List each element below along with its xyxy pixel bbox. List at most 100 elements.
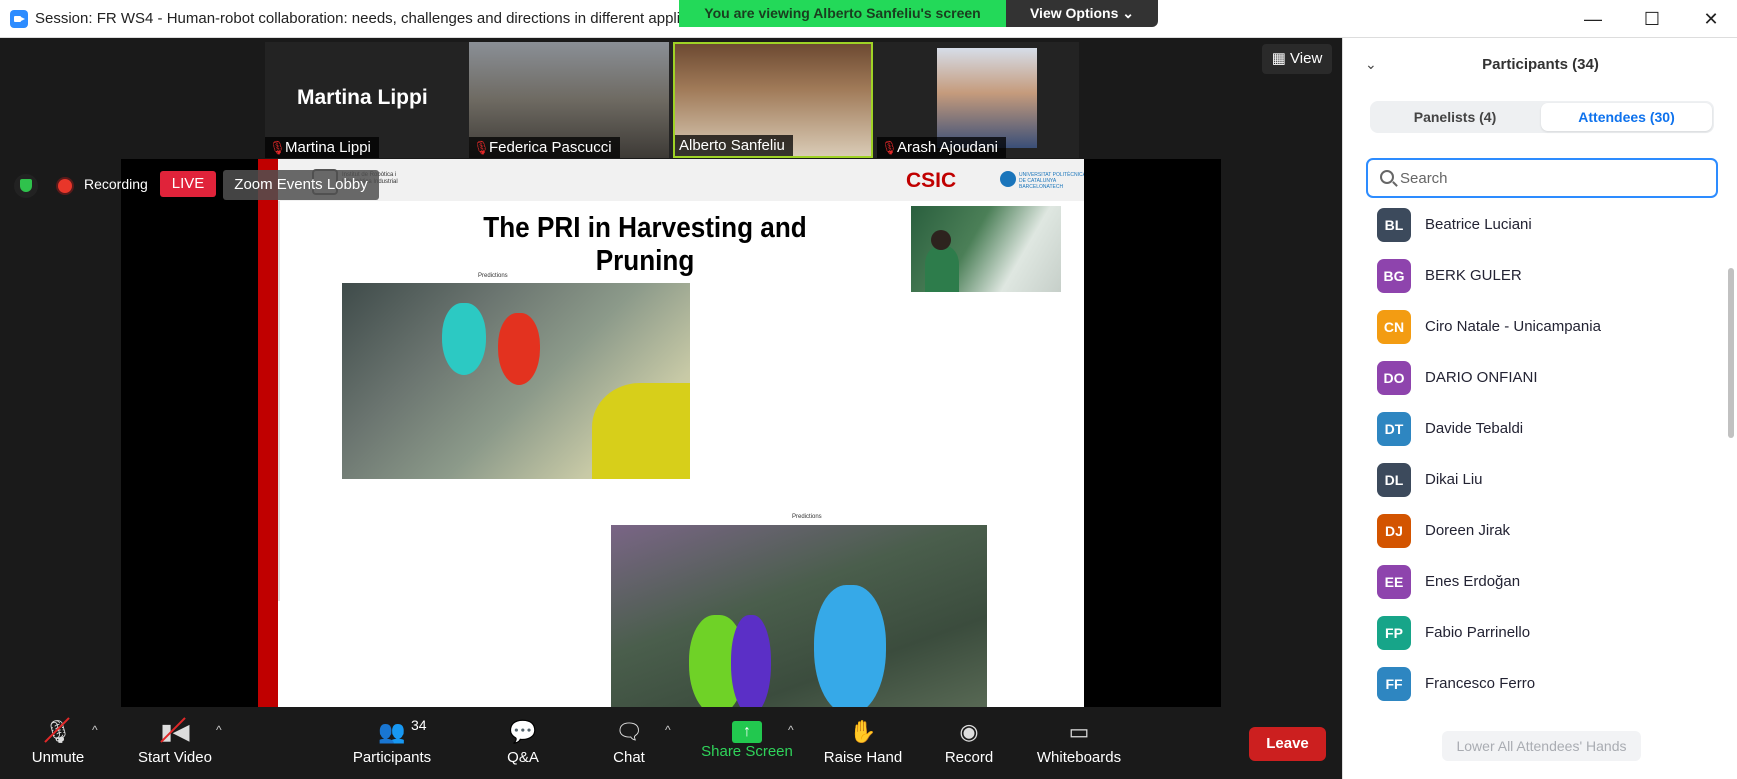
participant-video <box>937 48 1037 148</box>
minimize-button[interactable]: — <box>1573 4 1613 34</box>
grape-mask-cyan <box>442 303 486 375</box>
video-off-icon: ▮◀ <box>120 715 230 749</box>
search-box[interactable] <box>1366 158 1718 198</box>
video-thumbnail[interactable]: 🎙Federica Pascucci <box>469 42 669 158</box>
prediction-label: Predictions <box>792 514 822 520</box>
whiteboard-icon: ▭ <box>1068 719 1090 744</box>
avatar: BL <box>1377 208 1411 242</box>
list-item[interactable]: FP Fabio Parrinello <box>1377 610 1707 656</box>
viewing-screen-banner: You are viewing Alberto Sanfeliu's scree… <box>679 0 1006 27</box>
search-input[interactable] <box>1400 166 1700 190</box>
audio-options-chevron-icon[interactable]: ^ <box>92 723 98 737</box>
qa-label: Q&A <box>507 749 539 766</box>
whiteboards-button[interactable]: ▭ Whiteboards <box>1024 711 1134 775</box>
presentation-slide: Institut de Robòtica i Informàtica Indus… <box>258 159 1084 713</box>
attendee-name: BERK GULER <box>1425 267 1522 284</box>
view-label: View <box>1290 50 1323 67</box>
zoom-app-icon <box>10 10 28 28</box>
chat-label: Chat <box>613 749 645 766</box>
prediction-label: Predictions <box>478 273 508 279</box>
window-title: Session: FR WS4 - Human-robot collaborat… <box>35 10 681 27</box>
participants-button[interactable]: 👥 34 Participants <box>337 711 447 775</box>
list-item[interactable]: DL Dikai Liu <box>1377 457 1707 503</box>
chat-options-chevron-icon[interactable]: ^ <box>665 723 671 737</box>
thumbnail-name-label: 🎙Federica Pascucci <box>469 137 620 158</box>
thumbnail-big-name: Martina Lippi <box>297 86 428 109</box>
close-window-button[interactable]: ✕ <box>1691 4 1731 34</box>
shield-icon[interactable] <box>14 174 38 198</box>
avatar: CN <box>1377 310 1411 344</box>
participants-icon: 👥 <box>378 719 406 744</box>
lower-all-hands-button[interactable]: Lower All Attendees' Hands <box>1442 731 1641 761</box>
avatar: DT <box>1377 412 1411 446</box>
list-item[interactable]: BL Beatrice Luciani <box>1377 202 1707 248</box>
tab-attendees[interactable]: Attendees (30) <box>1541 103 1712 131</box>
meeting-area: Martina Lippi 🎙Martina Lippi 🎙Federica P… <box>0 38 1342 779</box>
thumbnail-name-label: Alberto Sanfeliu <box>675 135 793 156</box>
person-arm <box>592 383 690 479</box>
video-thumbnail-active-speaker[interactable]: Alberto Sanfeliu <box>673 42 873 158</box>
person-head <box>931 230 951 250</box>
avatar: DO <box>1377 361 1411 395</box>
share-screen-button[interactable]: ↑ Share Screen <box>692 711 802 775</box>
video-thumbnail-strip: Martina Lippi 🎙Martina Lippi 🎙Federica P… <box>265 42 1079 158</box>
chevron-down-icon[interactable]: ⌄ <box>1365 56 1377 73</box>
grape-prediction-photo <box>611 525 987 713</box>
start-video-button[interactable]: ▮◀ Start Video <box>120 711 230 775</box>
chat-button[interactable]: 🗨 Chat <box>574 711 684 775</box>
screen-share-area: Institut de Robòtica i Informàtica Indus… <box>121 159 1221 713</box>
thumbnail-name-label: 🎙Arash Ajoudani <box>877 137 1006 158</box>
list-item[interactable]: BG BERK GULER <box>1377 253 1707 299</box>
attendee-name: Fabio Parrinello <box>1425 624 1531 641</box>
search-icon <box>1380 170 1394 184</box>
participant-name: Alberto Sanfeliu <box>679 137 785 154</box>
video-thumbnail[interactable]: Martina Lippi 🎙Martina Lippi <box>265 42 465 158</box>
attendee-name: Dikai Liu <box>1425 471 1483 488</box>
avatar: FF <box>1377 667 1411 701</box>
title-bar: Session: FR WS4 - Human-robot collaborat… <box>0 0 1737 38</box>
list-item[interactable]: DJ Doreen Jirak <box>1377 508 1707 554</box>
unmute-button[interactable]: 🎙 Unmute <box>3 711 113 775</box>
attendee-name: Davide Tebaldi <box>1425 420 1524 437</box>
slide-title: The PRI in Harvesting and Pruning <box>483 212 807 277</box>
scrollbar[interactable] <box>1728 268 1734 438</box>
maximize-button[interactable]: ☐ <box>1632 4 1672 34</box>
csic-logo: CSIC <box>906 169 957 192</box>
share-options-chevron-icon[interactable]: ^ <box>788 723 794 737</box>
view-layout-button[interactable]: ▦ View <box>1262 44 1332 74</box>
mic-muted-icon: 🎙 <box>881 140 898 155</box>
upc-logo <box>1000 171 1016 187</box>
qa-button[interactable]: 💬 Q&A <box>468 711 578 775</box>
leave-button[interactable]: Leave <box>1249 727 1326 761</box>
raise-hand-button[interactable]: ✋ Raise Hand <box>808 711 918 775</box>
person-figure <box>925 246 959 292</box>
attendee-name: Doreen Jirak <box>1425 522 1511 539</box>
list-item[interactable]: DT Davide Tebaldi <box>1377 406 1707 452</box>
record-button[interactable]: ◉ Record <box>914 711 1024 775</box>
meeting-toolbar: 🎙 Unmute ^ ▮◀ Start Video ^ 👥 34 Partici… <box>0 707 1342 779</box>
grape-mask-purple <box>731 615 771 713</box>
tab-panelists[interactable]: Panelists (4) <box>1370 101 1540 133</box>
raise-hand-icon: ✋ <box>849 719 877 744</box>
avatar: FP <box>1377 616 1411 650</box>
list-item[interactable]: DO DARIO ONFIANI <box>1377 355 1707 401</box>
events-lobby-button[interactable]: Zoom Events Lobby <box>223 170 379 200</box>
avatar: EE <box>1377 565 1411 599</box>
view-options-button[interactable]: View Options ⌄ <box>1006 0 1158 27</box>
thumbnail-name-label: 🎙Martina Lippi <box>265 137 379 158</box>
participants-count: 34 <box>411 717 427 733</box>
participant-name: Martina Lippi <box>285 139 371 156</box>
video-thumbnail[interactable]: 🎙Arash Ajoudani <box>877 42 1077 158</box>
panel-title: Participants (34) <box>1482 56 1599 73</box>
attendee-name: Beatrice Luciani <box>1425 216 1532 233</box>
list-item[interactable]: FF Francesco Ferro <box>1377 661 1707 707</box>
video-options-chevron-icon[interactable]: ^ <box>216 723 222 737</box>
attendee-name: Enes Erdoğan <box>1425 573 1521 590</box>
mic-muted-icon: 🎙 <box>269 140 286 155</box>
unmute-label: Unmute <box>31 749 85 766</box>
slide-header: Institut de Robòtica i Informàtica Indus… <box>278 159 1084 201</box>
participant-name: Federica Pascucci <box>489 139 612 156</box>
list-item[interactable]: EE Enes Erdoğan <box>1377 559 1707 605</box>
list-item[interactable]: CN Ciro Natale - Unicampania <box>1377 304 1707 350</box>
slide-divider <box>278 201 284 601</box>
